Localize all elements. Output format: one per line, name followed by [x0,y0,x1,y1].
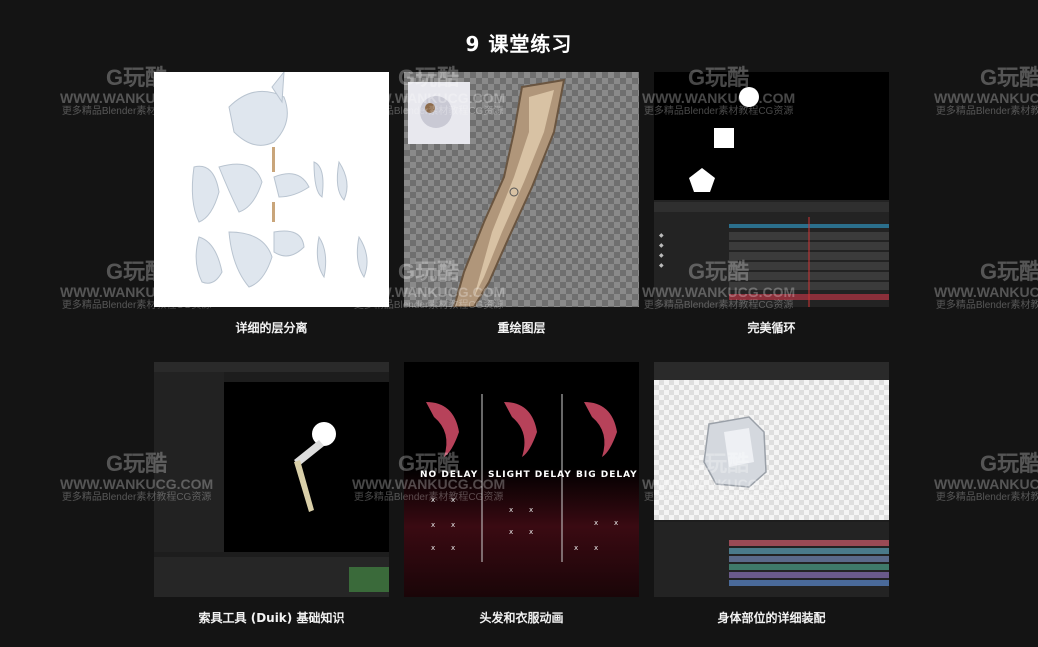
svg-text:x: x [451,496,455,504]
svg-text:x: x [431,544,435,552]
thumbnail-image: x x x x x x x x x x x x x x NO DELAY SLIGHT DEL… [404,362,639,597]
svg-text:x: x [431,496,435,504]
card-duik-basics[interactable]: 索具工具 (Duik) 基础知识 [154,362,389,626]
svg-text:x: x [451,521,455,529]
svg-text:◆: ◆ [659,252,664,259]
page-title: 9 课堂练习 [465,32,573,56]
card-caption: 身体部位的详细装配 [717,611,826,625]
svg-text:x: x [594,519,598,527]
card-hair-cloth-animation[interactable]: x x x x x x x x x x x x x x NO DELAY SLIGHT DEL… [404,362,639,626]
card-detailed-layer-separation[interactable]: 详细的层分离 [154,72,389,336]
weapon-blade-illustration [452,78,566,307]
duik-rig-screenshot [154,362,389,597]
thumbnail-image: ◆ ◆ ◆ ◆ [654,72,889,307]
card-caption: 头发和衣服动画 [479,611,564,625]
svg-text:x: x [431,521,435,529]
label-no-delay: NO DELAY [420,470,479,480]
svg-text:x: x [509,506,513,514]
svg-text:x: x [614,519,618,527]
svg-text:◆: ◆ [659,262,664,269]
thumbnail-image [154,72,389,307]
label-slight-delay: SLIGHT DELAY [488,470,572,480]
svg-text:x: x [594,544,598,552]
card-caption: 详细的层分离 [235,321,308,335]
card-perfect-loop[interactable]: ◆ ◆ ◆ ◆ 完美循环 [654,72,889,336]
svg-text:x: x [529,528,533,536]
watermark: G玩酷WWW.WANKUCG.COM更多精品Blender素材教程CG资源 [934,259,1038,312]
svg-text:x: x [451,544,455,552]
thumbnail-image [154,362,389,597]
body-part-rig-screenshot [654,362,889,597]
svg-text:x: x [509,528,513,536]
card-caption: 重绘图层 [497,321,546,335]
loop-shapes-timeline: ◆ ◆ ◆ ◆ [654,87,889,307]
card-caption: 完美循环 [747,321,796,335]
svg-text:◆: ◆ [659,242,664,249]
svg-text:x: x [529,506,533,514]
card-repaint-layer[interactable]: 重绘图层 [404,72,639,336]
thumbnail-image [404,72,639,307]
card-caption: 索具工具 (Duik) 基础知识 [198,611,345,625]
svg-text:x: x [574,544,578,552]
watermark: G玩酷WWW.WANKUCG.COM更多精品Blender素材教程CG资源 [934,65,1038,118]
watermark: G玩酷WWW.WANKUCG.COM更多精品Blender素材教程CG资源 [934,451,1038,504]
card-body-part-rigging[interactable]: 身体部位的详细装配 [654,362,889,626]
thumbnail-image [654,362,889,597]
svg-text:◆: ◆ [659,232,664,239]
label-big-delay: BIG DELAY [576,470,638,480]
layer-parts-illustration [191,72,368,288]
